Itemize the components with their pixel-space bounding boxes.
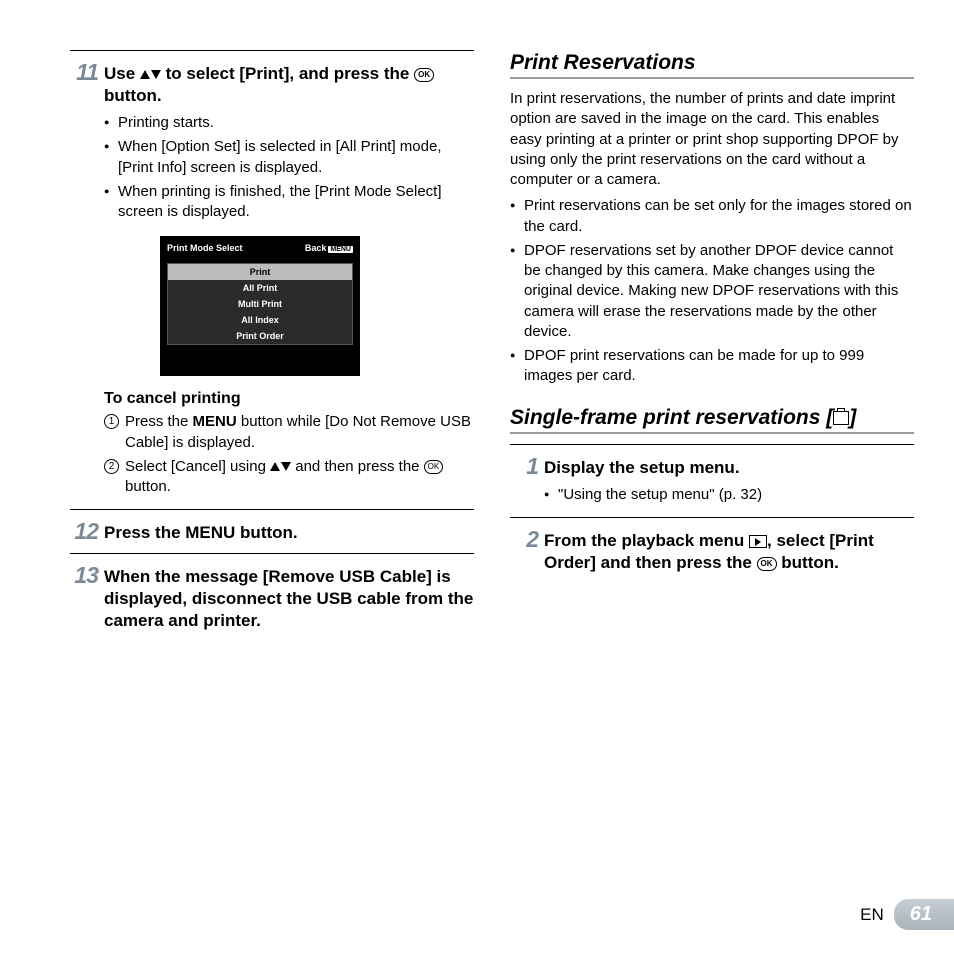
step-1: 1 Display the setup menu. "Using the set… xyxy=(510,455,914,509)
ok-button-icon: OK xyxy=(757,557,777,571)
circled-1-icon: 1 xyxy=(104,414,119,429)
ok-button-icon: OK xyxy=(414,68,434,82)
menu-item: Multi Print xyxy=(168,296,352,312)
menu-item: Print Order xyxy=(168,328,352,344)
playback-icon xyxy=(749,535,767,548)
step-11: 11 Use to select [Print], and press the … xyxy=(70,61,474,226)
circled-2-icon: 2 xyxy=(104,459,119,474)
bullet: DPOF reservations set by another DPOF de… xyxy=(510,241,914,342)
page-footer: EN 61 xyxy=(860,899,954,930)
cancel-heading: To cancel printing xyxy=(104,390,474,408)
step-number: 2 xyxy=(510,528,538,574)
down-icon xyxy=(151,70,161,79)
cancel-step-1: 1 Press the MENU button while [Do Not Re… xyxy=(104,412,474,453)
menu-badge-icon: MENU xyxy=(328,246,353,253)
bullet: When printing is finished, the [Print Mo… xyxy=(104,182,474,223)
step-12: 12 Press the MENU button. xyxy=(70,520,474,544)
step-number: 11 xyxy=(70,61,98,226)
up-icon xyxy=(140,70,150,79)
down-icon xyxy=(281,462,291,471)
language-label: EN xyxy=(860,905,884,925)
section-title: Single-frame print reservations [] xyxy=(510,405,914,434)
up-icon xyxy=(270,462,280,471)
cancel-step-2: 2 Select [Cancel] using and then press t… xyxy=(104,457,474,498)
lcd-screenshot: Print Mode Select BackMENU Print All Pri… xyxy=(160,236,360,376)
screen-title: Print Mode Select xyxy=(167,243,243,253)
page-number: 61 xyxy=(894,899,954,930)
bullet: Print reservations can be set only for t… xyxy=(510,196,914,237)
bullet: When [Option Set] is selected in [All Pr… xyxy=(104,137,474,178)
print-order-icon xyxy=(833,411,849,425)
step-number: 1 xyxy=(510,455,538,509)
section-title: Print Reservations xyxy=(510,50,914,79)
menu-item: All Index xyxy=(168,312,352,328)
step-11-title: Use to select [Print], and press the OK … xyxy=(104,63,474,107)
step-13: 13 When the message [Remove USB Cable] i… xyxy=(70,564,474,632)
right-column: Print Reservations In print reservations… xyxy=(510,50,914,640)
bullet: "Using the setup menu" (p. 32) xyxy=(544,485,914,505)
menu-item-selected: Print xyxy=(168,264,352,280)
bullet: Printing starts. xyxy=(104,113,474,133)
step-2: 2 From the playback menu , select [Print… xyxy=(510,528,914,574)
step-number: 12 xyxy=(70,520,98,544)
bullet: DPOF print reservations can be made for … xyxy=(510,346,914,387)
step-number: 13 xyxy=(70,564,98,632)
left-column: 11 Use to select [Print], and press the … xyxy=(70,50,474,640)
menu-item: All Print xyxy=(168,280,352,296)
ok-button-icon: OK xyxy=(424,460,444,474)
paragraph: In print reservations, the number of pri… xyxy=(510,89,914,190)
